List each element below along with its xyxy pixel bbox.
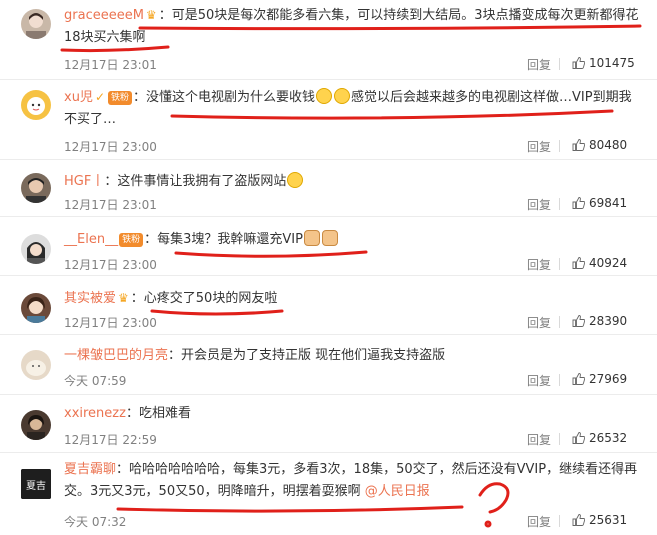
like-count: 69841: [589, 196, 628, 210]
like-count: 80480: [589, 138, 628, 152]
comment-item: 其实被爱 ♛ ：心疼交了50块的网友啦 12月17日 23:00 回复 28390: [0, 276, 657, 335]
comment-item: __Elen__ 铁粉 ：每集3塊？我幹嘛還充VIP 12月17日 23:00 回复…: [0, 217, 657, 276]
comment-item: xxirenezz：吃相难看 12月17日 22:59 回复 26532: [0, 395, 657, 453]
like-button[interactable]: 80480: [572, 138, 627, 152]
fan-badge: 铁粉: [108, 91, 133, 105]
thumbs-up-icon: [572, 257, 585, 269]
username[interactable]: 其实被爱: [64, 291, 116, 306]
mention-link[interactable]: @人民日报: [365, 484, 430, 499]
comment-item: 夏吉 夏吉霸聊：哈哈哈哈哈哈哈，每集3元，多看3次，18集，50交了，然后还没有…: [0, 453, 657, 535]
reply-button[interactable]: 回复: [527, 138, 551, 155]
laugh-cry-emoji-icon: [316, 88, 333, 104]
comment-text: 其实被爱 ♛ ：心疼交了50块的网友啦: [64, 287, 641, 310]
comment-text: graceeeeeM ♛ ：可是50块是每次都能多看六集，可以持续到大结局。3块点播…: [64, 4, 641, 49]
thumbs-up-icon: [572, 315, 585, 327]
timestamp: 今天 07:59: [64, 374, 127, 388]
comment-content: ：吃相难看: [125, 406, 191, 421]
like-button[interactable]: 69841: [572, 196, 627, 210]
avatar[interactable]: [21, 90, 51, 120]
avatar[interactable]: [21, 293, 51, 323]
divider: [559, 58, 560, 70]
avatar[interactable]: [21, 350, 51, 380]
reply-button[interactable]: 回复: [527, 431, 551, 448]
reply-button[interactable]: 回复: [527, 513, 551, 530]
like-button[interactable]: 25631: [572, 513, 627, 527]
timestamp: 12月17日 23:00: [64, 140, 157, 154]
comment-content: ：心疼交了50块的网友啦: [130, 291, 278, 306]
cat-emoji-icon: [303, 230, 320, 246]
avatar[interactable]: 夏吉: [21, 469, 51, 499]
verified-icon: ✓: [94, 90, 105, 104]
timestamp: 今天 07:32: [64, 515, 127, 529]
avatar[interactable]: [21, 173, 51, 203]
reply-button[interactable]: 回复: [527, 56, 551, 73]
comment-text: xxirenezz：吃相难看: [64, 403, 641, 425]
username[interactable]: xxirenezz: [64, 406, 126, 421]
like-count: 28390: [589, 314, 628, 328]
divider: [559, 198, 560, 210]
like-button[interactable]: 27969: [572, 372, 627, 386]
reply-button[interactable]: 回复: [527, 256, 551, 273]
divider: [559, 316, 560, 328]
username[interactable]: 夏吉霸聊: [64, 462, 116, 477]
comment-item: 一棵皱巴巴的月亮：开会员是为了支持正版 现在他们逼我支持盗版 今天 07:59 …: [0, 335, 657, 395]
vip-crown-icon: ♛: [145, 8, 157, 22]
comment-text: __Elen__ 铁粉 ：每集3塊？我幹嘛還充VIP: [64, 229, 641, 251]
comment-text: 夏吉霸聊：哈哈哈哈哈哈哈，每集3元，多看3次，18集，50交了，然后还没有VVI…: [64, 459, 641, 503]
like-button[interactable]: 101475: [572, 56, 635, 70]
thumbs-up-icon: [572, 57, 585, 69]
username[interactable]: xu児: [64, 90, 93, 105]
thumbs-up-icon: [572, 197, 585, 209]
divider: [559, 515, 560, 527]
timestamp: 12月17日 23:01: [64, 198, 157, 212]
thumbs-up-icon: [572, 432, 585, 444]
comment-item: xu児 ✓ 铁粉 ：没懂这个电视剧为什么要收钱 感觉以后会越来越多的电视剧这样做…VIP…: [0, 80, 657, 160]
thumbs-up-icon: [572, 373, 585, 385]
like-count: 26532: [589, 431, 628, 445]
comment-text: 一棵皱巴巴的月亮：开会员是为了支持正版 现在他们逼我支持盗版: [64, 345, 641, 367]
thumbs-up-icon: [572, 514, 585, 526]
like-count: 25631: [589, 513, 628, 527]
username[interactable]: graceeeeeM: [64, 8, 144, 23]
fan-badge: 铁粉: [119, 233, 144, 247]
avatar-text: 夏吉: [26, 480, 46, 492]
timestamp: 12月17日 23:01: [64, 58, 157, 72]
reply-button[interactable]: 回复: [527, 372, 551, 389]
avatar[interactable]: [21, 410, 51, 440]
timestamp: 12月17日 23:00: [64, 258, 157, 272]
comment-content: ：这件事情让我拥有了盗版网站: [104, 174, 287, 189]
thumbs-up-icon: [572, 139, 585, 151]
like-count: 40924: [589, 256, 628, 270]
hug-emoji-icon: [287, 172, 304, 188]
cat-emoji-icon: [321, 230, 338, 246]
like-count: 27969: [589, 372, 628, 386]
vip-crown-icon: ♛: [118, 291, 129, 305]
comment-text: xu児 ✓ 铁粉 ：没懂这个电视剧为什么要收钱 感觉以后会越来越多的电视剧这样做…VIP…: [64, 86, 641, 131]
reply-button[interactable]: 回复: [527, 314, 551, 331]
username[interactable]: HGF丨: [64, 174, 104, 189]
timestamp: 12月17日 23:00: [64, 316, 157, 330]
like-count: 101475: [589, 56, 635, 70]
username[interactable]: __Elen__: [64, 232, 118, 247]
comment-text: HGF丨：这件事情让我拥有了盗版网站: [64, 171, 641, 193]
like-button[interactable]: 28390: [572, 314, 627, 328]
comment-content: ：没懂这个电视剧为什么要收钱: [133, 90, 316, 105]
like-button[interactable]: 26532: [572, 431, 627, 445]
username[interactable]: 一棵皱巴巴的月亮: [64, 348, 168, 363]
comment-content: ：每集3塊？我幹嘛還充VIP: [144, 232, 303, 247]
divider: [559, 433, 560, 445]
timestamp: 12月17日 22:59: [64, 433, 157, 447]
divider: [559, 140, 560, 152]
divider: [559, 258, 560, 270]
like-button[interactable]: 40924: [572, 256, 627, 270]
reply-button[interactable]: 回复: [527, 196, 551, 213]
comment-content: ：哈哈哈哈哈哈哈，每集3元，多看3次，18集，50交了，然后还没有VVIP，继续…: [64, 462, 638, 499]
avatar[interactable]: [21, 234, 51, 264]
avatar[interactable]: [21, 9, 51, 39]
comment-item: graceeeeeM ♛ ：可是50块是每次都能多看六集，可以持续到大结局。3块点播…: [0, 0, 657, 80]
laugh-cry-emoji-icon: [334, 88, 351, 104]
divider: [559, 374, 560, 386]
comment-item: HGF丨：这件事情让我拥有了盗版网站 12月17日 23:01 回复 69841: [0, 160, 657, 217]
comment-content: ：开会员是为了支持正版 现在他们逼我支持盗版: [168, 348, 446, 363]
